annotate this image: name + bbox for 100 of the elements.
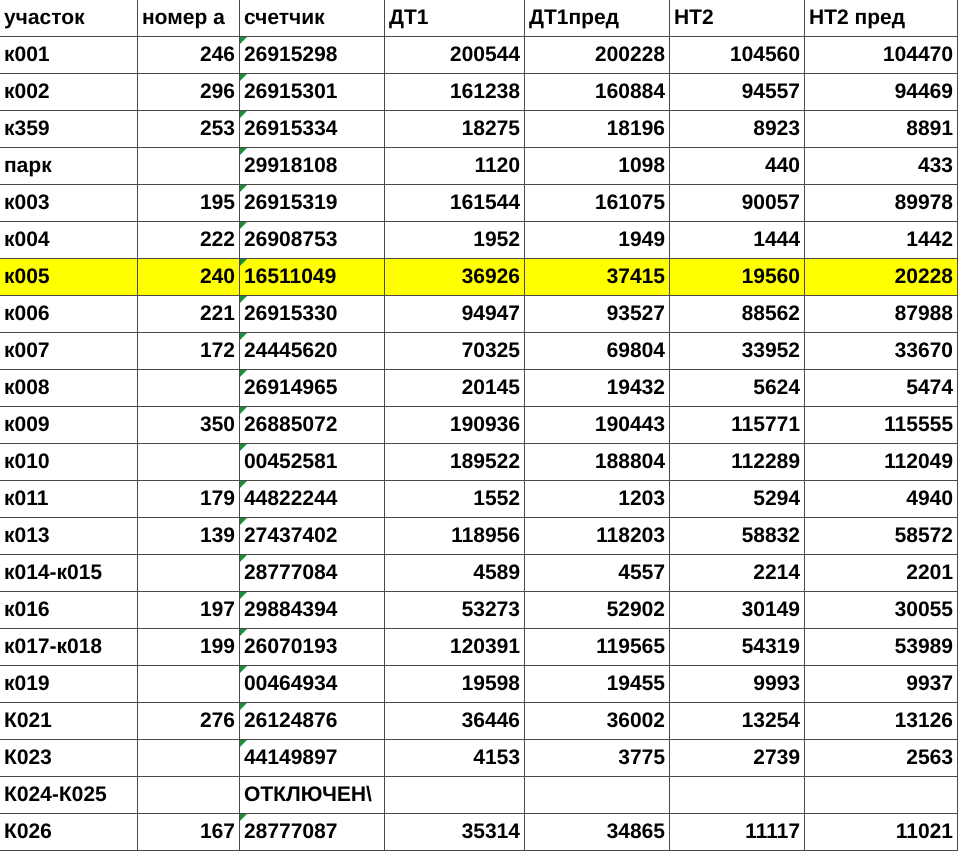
table-cell: 19598	[462, 672, 520, 696]
table-cell: 104470	[882, 43, 953, 67]
table-cell: 26885072	[244, 413, 338, 437]
table-cell: 197	[200, 598, 235, 622]
table-cell: 36926	[462, 265, 520, 289]
table-cell: 5294	[753, 487, 800, 511]
table-cell: 4589	[473, 561, 520, 585]
table-cell: 2201	[906, 561, 953, 585]
table-cell: 19560	[742, 265, 800, 289]
table-cell: 1444	[753, 228, 800, 252]
table-cell: К026	[4, 820, 52, 844]
table-cell: к002	[4, 80, 50, 104]
table-cell: 27437402	[244, 524, 338, 548]
table-cell: 433	[918, 154, 953, 178]
table-cell: 30149	[742, 598, 800, 622]
table-cell: 58832	[742, 524, 800, 548]
table-cell: к014-к015	[4, 561, 102, 585]
table-cell: 4940	[906, 487, 953, 511]
table-cell: 2214	[753, 561, 800, 585]
table-cell: 26070193	[244, 635, 338, 659]
table-cell: 199	[200, 635, 235, 659]
table-cell: 8891	[906, 117, 953, 141]
table-cell: к001	[4, 43, 50, 67]
table-cell: 161544	[450, 191, 520, 215]
table-cell: 4153	[473, 746, 520, 770]
table-cell: 36446	[462, 709, 520, 733]
table-cell: 58572	[894, 524, 953, 548]
table-cell: 70325	[462, 339, 520, 363]
table-cell: 139	[200, 524, 235, 548]
table-cell: 1552	[473, 487, 520, 511]
table-cell: 190936	[450, 413, 520, 437]
table-cell: 30055	[894, 598, 953, 622]
table-cell: 87988	[894, 302, 953, 326]
table-cell: 5624	[753, 376, 800, 400]
table-cell: 179	[200, 487, 235, 511]
table-cell: 112289	[731, 450, 800, 474]
table-cell: 29918108	[244, 154, 338, 178]
table-cell: 35314	[462, 820, 520, 844]
table-cell: к009	[4, 413, 50, 437]
table-cell: 200544	[450, 43, 520, 67]
table-cell: 89978	[894, 191, 953, 215]
table-cell: к019	[4, 672, 50, 696]
table-cell: 161238	[450, 80, 520, 104]
column-header: НТ2	[670, 0, 805, 37]
table-cell: 2739	[753, 746, 800, 770]
table-cell: 8923	[753, 117, 800, 141]
table-cell: 88562	[742, 302, 800, 326]
table-cell: 90057	[742, 191, 800, 215]
table-cell: 53989	[894, 635, 953, 659]
table-cell: 190443	[594, 413, 665, 437]
table-cell: 440	[764, 154, 800, 178]
table-cell: 115555	[884, 413, 953, 437]
column-header: номер а	[138, 0, 240, 37]
table-cell: 222	[200, 228, 235, 252]
table-cell: к017-к018	[4, 635, 102, 659]
table-cell: 26914965	[244, 376, 338, 400]
table-cell: 11021	[896, 820, 953, 844]
table-cell: 195	[200, 191, 235, 215]
table-cell: 118203	[596, 524, 665, 548]
table-cell: к004	[4, 228, 50, 252]
table-cell: к007	[4, 339, 50, 363]
table-cell: 296	[200, 80, 235, 104]
table-cell: 200228	[594, 43, 665, 67]
table-cell: к005	[4, 265, 50, 289]
table-cell: к003	[4, 191, 50, 215]
table-cell: 13126	[894, 709, 953, 733]
table-cell: 4557	[618, 561, 665, 585]
table-cell: 104560	[730, 43, 800, 67]
table-cell: 26915319	[244, 191, 338, 215]
column-header: участок	[0, 0, 138, 37]
table-cell: 1120	[474, 154, 520, 178]
table-cell: 28777084	[244, 561, 338, 585]
table-cell: к011	[4, 487, 48, 511]
table-cell: к008	[4, 376, 50, 400]
table-cell: 34865	[606, 820, 665, 844]
table-cell: к006	[4, 302, 50, 326]
table-cell: 172	[200, 339, 235, 363]
column-header: ДТ1пред	[525, 0, 670, 37]
table-cell: 1952	[473, 228, 520, 252]
table-cell: 19432	[606, 376, 665, 400]
table-cell: 28777087	[244, 820, 338, 844]
table-cell: 53273	[462, 598, 520, 622]
table-cell: 44822244	[244, 487, 338, 511]
table-cell: 3775	[618, 746, 665, 770]
table-cell: 44149897	[244, 746, 338, 770]
table-cell: К023	[4, 746, 52, 770]
column-header: счетчик	[240, 0, 385, 37]
table-cell: 94947	[462, 302, 520, 326]
table-cell: к013	[4, 524, 50, 548]
table-cell: 189522	[450, 450, 520, 474]
table-cell: 11117	[745, 820, 800, 844]
table-cell: 94557	[742, 80, 800, 104]
table-cell: К024-К025	[4, 783, 107, 807]
table-cell: 276	[200, 709, 235, 733]
table-cell: 54319	[742, 635, 800, 659]
table-cell: 2563	[906, 746, 953, 770]
table-cell: 33952	[742, 339, 800, 363]
table-cell: 26915298	[244, 43, 338, 67]
table-cell: 112049	[884, 450, 953, 474]
table-cell: 00464934	[244, 672, 338, 696]
